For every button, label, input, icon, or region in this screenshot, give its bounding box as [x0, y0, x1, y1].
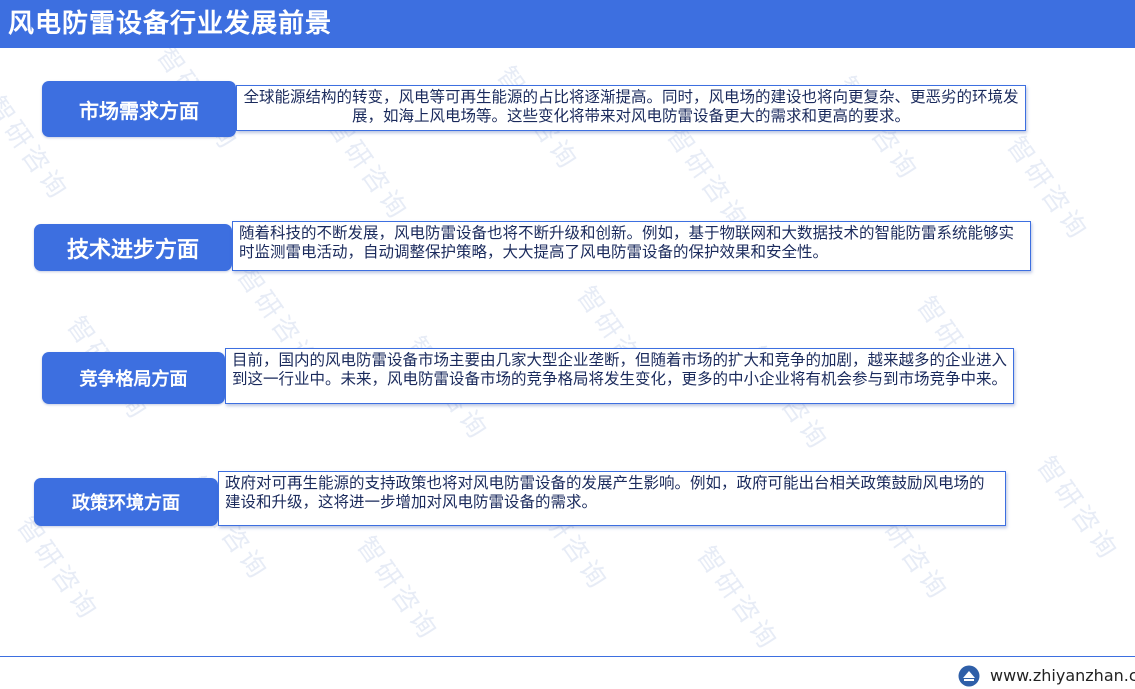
section-text-policy: 政府对可再生能源的支持政策也将对风电防雷设备的发展产生影响。例如，政府可能出台相… [218, 471, 1006, 526]
brand-logo-icon [958, 665, 980, 687]
footer-url[interactable]: www.zhiyanzhan.cn [990, 666, 1135, 685]
section-label-market-demand: 市场需求方面 [42, 81, 236, 137]
watermark-text: 智研咨询 [350, 531, 444, 647]
section-text-tech-progress: 随着科技的不断发展，风电防雷设备也将不断升级和创新。例如，基于物联网和大数据技术… [232, 221, 1031, 271]
section-label-competition: 竞争格局方面 [42, 352, 225, 404]
footer-divider [0, 656, 1135, 657]
watermark-text: 智研咨询 [660, 121, 754, 237]
section-label-tech-progress: 技术进步方面 [34, 224, 232, 271]
section-text-market-demand: 全球能源结构的转变，风电等可再生能源的占比将逐渐提高。同时，风电场的建设也将向更… [236, 85, 1026, 131]
header-bar: 风电防雷设备行业发展前景 [0, 0, 1135, 48]
section-text-competition: 目前，国内的风电防雷设备市场主要由几家大型企业垄断，但随着市场的扩大和竞争的加剧… [225, 348, 1014, 404]
watermark-text: 智研咨询 [1030, 451, 1124, 567]
watermark-text: 智研咨询 [690, 541, 784, 656]
page-title: 风电防雷设备行业发展前景 [8, 9, 333, 39]
section-label-policy: 政策环境方面 [34, 478, 218, 526]
